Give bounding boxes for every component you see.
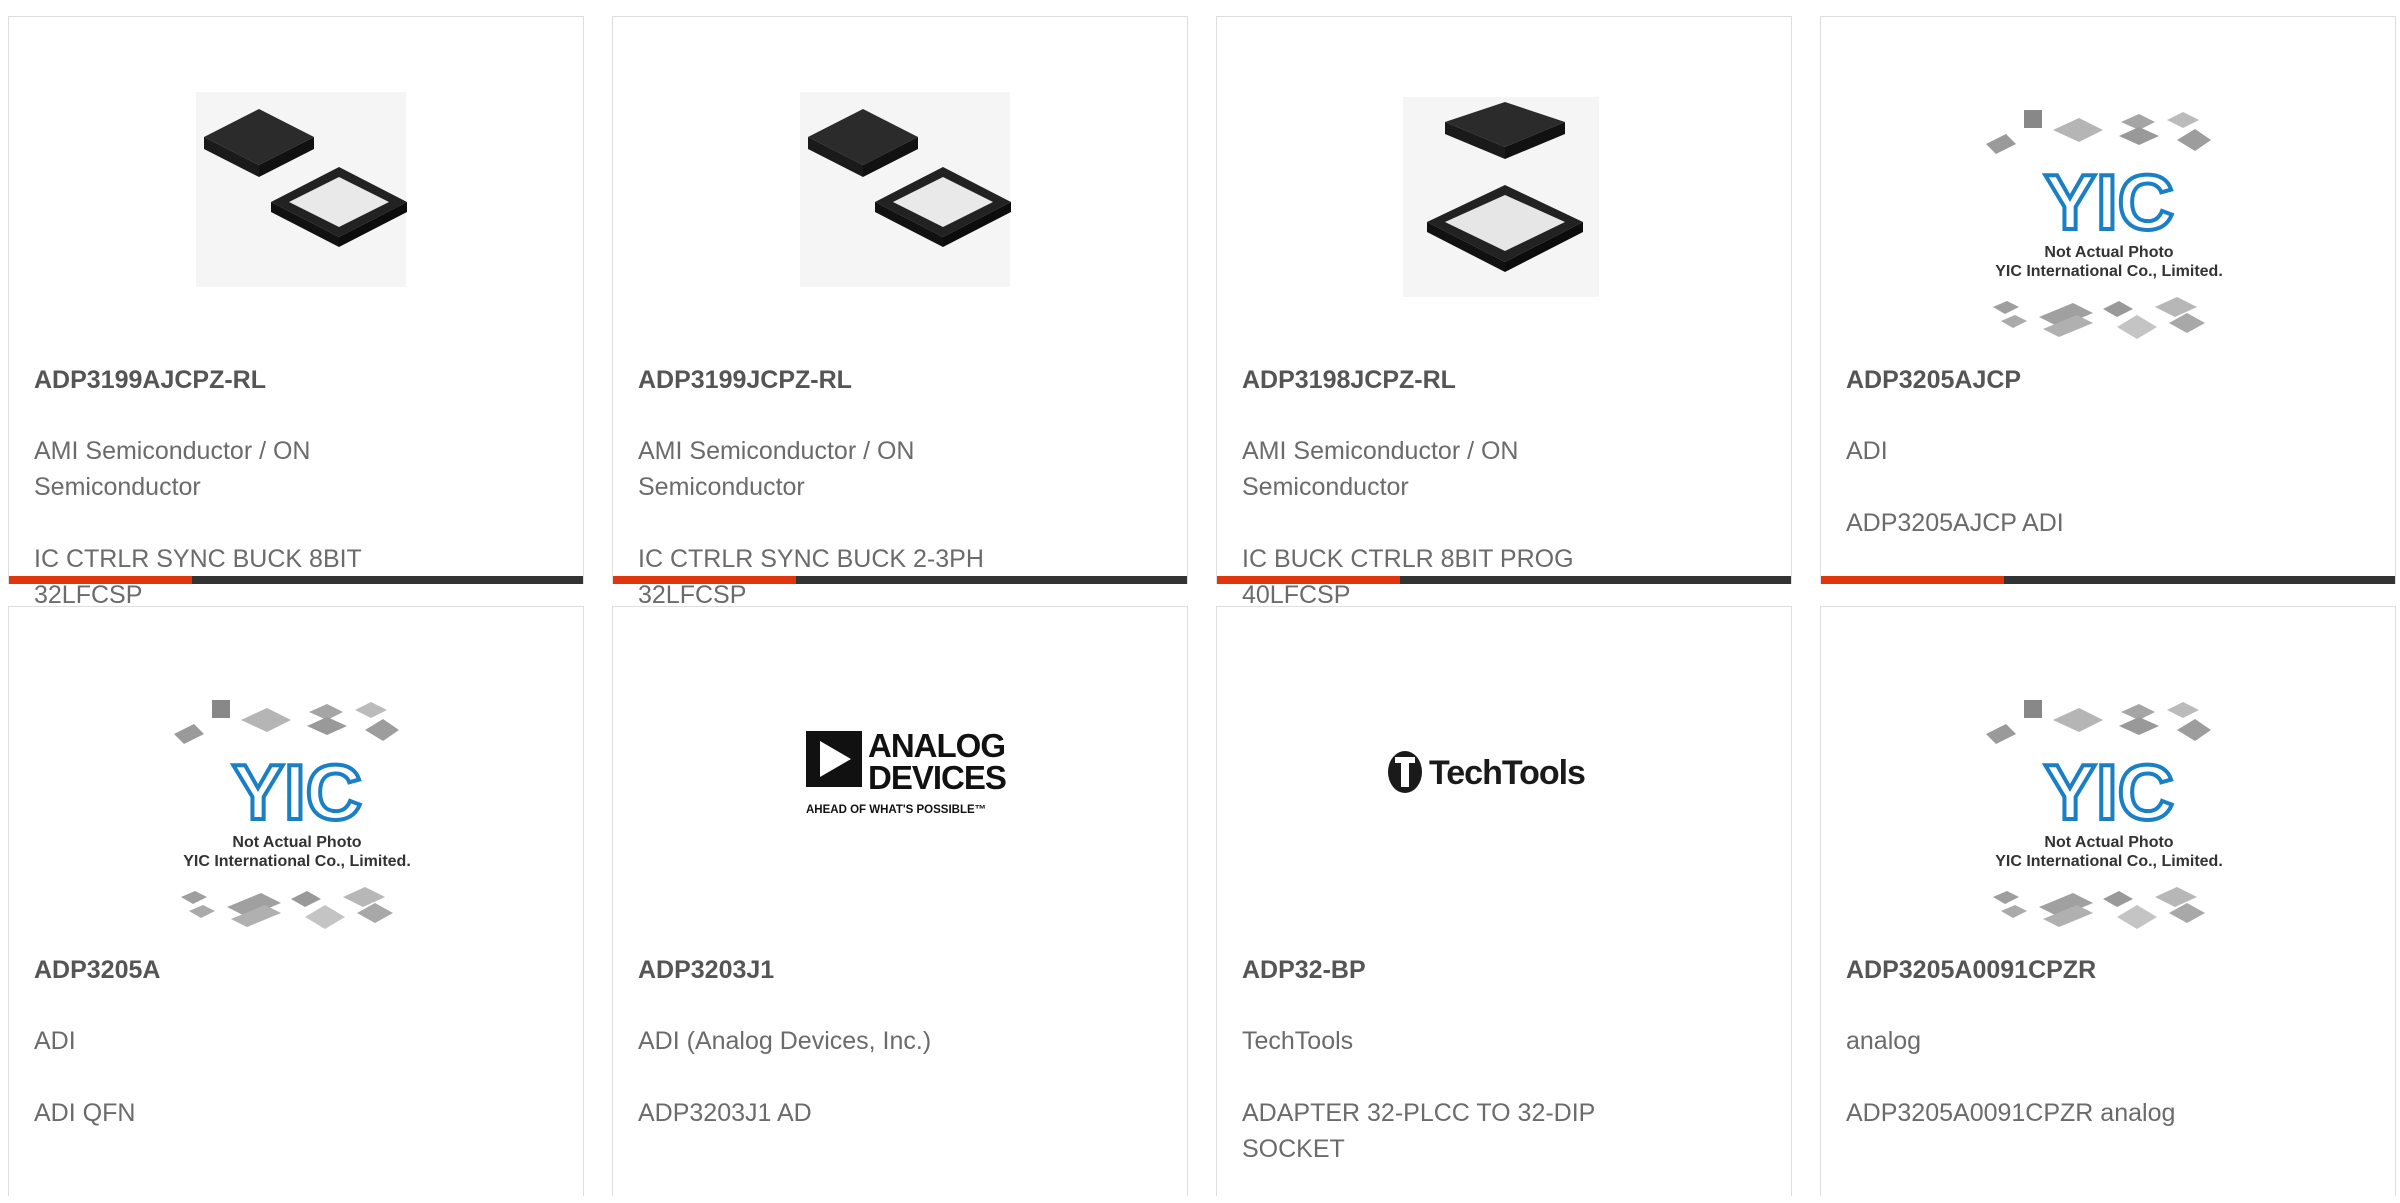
analog-logo-tagline: AHEAD OF WHAT'S POSSIBLE™ — [806, 804, 986, 816]
card-bottom-accent — [9, 576, 192, 584]
analog-logo-line2: DEVICES — [868, 759, 1006, 796]
product-image — [613, 17, 1187, 347]
part-number[interactable]: ADP3205A0091CPZR — [1846, 951, 2096, 989]
techtools-logo: TechTools — [1388, 751, 1586, 793]
product-card[interactable]: YIC Not Actual Photo YIC International C… — [8, 606, 584, 1196]
product-description: ADI (Analog Devices, Inc.) ADP3203J1 AD — [638, 987, 1058, 1167]
techtools-logo-text: TechTools — [1429, 754, 1585, 792]
not-actual-photo-caption: Not Actual Photo — [2044, 244, 2173, 261]
analog-devices-logo: ANALOG DEVICES AHEAD OF WHAT'S POSSIBLE™ — [806, 727, 1007, 816]
part-number[interactable]: ADP3205A — [34, 951, 160, 989]
yic-company-caption: YIC International Co., Limited. — [183, 853, 411, 870]
yic-company-caption: YIC International Co., Limited. — [1995, 853, 2223, 870]
manufacturer: ADI (Analog Devices, Inc.) — [638, 1027, 932, 1055]
part-number[interactable]: ADP32-BP — [1242, 951, 1366, 989]
product-image: ANALOG DEVICES AHEAD OF WHAT'S POSSIBLE™ — [613, 607, 1187, 937]
yic-logo: YIC — [2044, 158, 2174, 246]
part-number[interactable]: ADP3198JCPZ-RL — [1242, 361, 1456, 399]
manufacturer: ADI — [1846, 437, 1888, 465]
product-description: TechTools ADAPTER 32-PLCC TO 32-DIP SOCK… — [1242, 987, 1662, 1203]
part-number[interactable]: ADP3203J1 — [638, 951, 774, 989]
yic-logo: YIC — [232, 748, 362, 836]
product-card[interactable]: ADP3199AJCPZ-RL AMI Semiconductor / ON S… — [8, 16, 584, 609]
card-bottom-bar — [9, 576, 583, 584]
card-bottom-bar — [1217, 576, 1791, 584]
part-description: ADI QFN — [34, 1099, 136, 1127]
product-image: YIC Not Actual Photo YIC International C… — [9, 607, 583, 937]
yic-logo: YIC — [2044, 748, 2174, 836]
product-card[interactable]: ADP3198JCPZ-RL AMI Semiconductor / ON Se… — [1216, 16, 1792, 609]
card-bottom-accent — [1821, 576, 2004, 584]
part-number[interactable]: ADP3199AJCPZ-RL — [34, 361, 266, 399]
product-card[interactable]: YIC Not Actual Photo YIC International C… — [1820, 16, 2396, 584]
part-description: ADP3205A0091CPZR analog — [1846, 1099, 2176, 1127]
part-description: ADAPTER 32-PLCC TO 32-DIP SOCKET — [1242, 1099, 1595, 1163]
product-card[interactable]: YIC Not Actual Photo YIC International C… — [1820, 606, 2396, 1196]
manufacturer: AMI Semiconductor / ON Semiconductor — [1242, 437, 1519, 501]
product-description: analog ADP3205A0091CPZR analog — [1846, 987, 2266, 1167]
manufacturer: AMI Semiconductor / ON Semiconductor — [638, 437, 915, 501]
part-description: ADP3205AJCP ADI — [1846, 509, 2064, 537]
manufacturer: TechTools — [1242, 1027, 1354, 1055]
card-bottom-accent — [613, 576, 796, 584]
manufacturer: AMI Semiconductor / ON Semiconductor — [34, 437, 311, 501]
yic-company-caption: YIC International Co., Limited. — [1995, 263, 2223, 280]
product-image: YIC Not Actual Photo YIC International C… — [1821, 17, 2395, 347]
manufacturer: ADI — [34, 1027, 76, 1055]
part-description: ADP3203J1 AD — [638, 1099, 812, 1127]
card-bottom-bar — [1821, 576, 2395, 584]
product-description: ADI ADI QFN — [34, 987, 454, 1167]
product-image: YIC Not Actual Photo YIC International C… — [1821, 607, 2395, 937]
product-card[interactable]: ADP3199JCPZ-RL AMI Semiconductor / ON Se… — [612, 16, 1188, 609]
product-image — [9, 17, 583, 347]
product-image — [1217, 17, 1791, 347]
part-number[interactable]: ADP3199JCPZ-RL — [638, 361, 852, 399]
card-bottom-bar — [613, 576, 1187, 584]
manufacturer: analog — [1846, 1027, 1922, 1055]
not-actual-photo-caption: Not Actual Photo — [2044, 834, 2173, 851]
product-image: TechTools — [1217, 607, 1791, 937]
product-card[interactable]: TechTools ADP32-BP TechTools ADAPTER 32-… — [1216, 606, 1792, 1196]
not-actual-photo-caption: Not Actual Photo — [232, 834, 361, 851]
product-description: ADI ADP3205AJCP ADI — [1846, 397, 2266, 577]
card-bottom-accent — [1217, 576, 1400, 584]
part-number[interactable]: ADP3205AJCP — [1846, 361, 2021, 399]
product-card[interactable]: ANALOG DEVICES AHEAD OF WHAT'S POSSIBLE™… — [612, 606, 1188, 1196]
